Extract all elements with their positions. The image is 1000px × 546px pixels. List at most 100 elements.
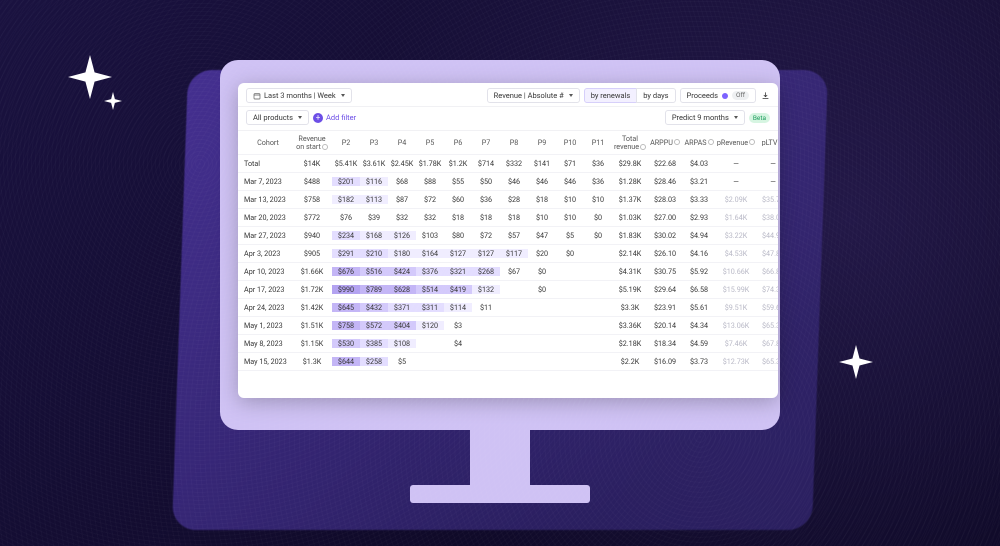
cell: $18 — [444, 213, 472, 222]
cell: $4.59 — [682, 339, 716, 348]
col-p7[interactable]: P7 — [472, 139, 500, 147]
col-p6[interactable]: P6 — [444, 139, 472, 147]
col-p3[interactable]: P3 — [360, 139, 388, 147]
cell: $404 — [388, 321, 416, 330]
cell: $201 — [332, 177, 360, 186]
cell: $645 — [332, 303, 360, 312]
cell: $432 — [360, 303, 388, 312]
proceeds-state: Off — [732, 91, 749, 100]
seg-by-days[interactable]: by days — [636, 88, 675, 103]
cell: $3 — [444, 321, 472, 330]
revenue-mode-label: Revenue | Absolute # — [494, 92, 564, 100]
decor-star-small — [104, 92, 122, 110]
cell: $3.73 — [682, 357, 716, 366]
cell: $2.09K — [716, 195, 756, 204]
predict-select[interactable]: Predict 9 months — [665, 110, 745, 125]
cell: $9.51K — [716, 303, 756, 312]
cell: $234 — [332, 231, 360, 240]
cell: $47 — [528, 231, 556, 240]
cell: $36 — [584, 177, 612, 186]
col-p9[interactable]: P9 — [528, 139, 556, 147]
table-row: Mar 13, 2023$758$182$113$87$72$60$36$28$… — [238, 191, 778, 209]
col-p2[interactable]: P2 — [332, 139, 360, 147]
cell: $311 — [416, 303, 444, 312]
cell: $1.72K — [292, 285, 332, 294]
col-arppu[interactable]: ARPPU — [648, 139, 682, 147]
cell: $4.53K — [716, 249, 756, 258]
cell: $14K — [292, 159, 332, 168]
cell: $4.94 — [682, 231, 716, 240]
cell: $758 — [332, 321, 360, 330]
cell: $5.41K — [332, 159, 360, 168]
cell: $1.64K — [716, 213, 756, 222]
cell: Apr 3, 2023 — [238, 249, 292, 258]
cell: $291 — [332, 249, 360, 258]
cell: $0 — [528, 285, 556, 294]
cell: $39 — [360, 213, 388, 222]
date-range-picker[interactable]: Last 3 months | Week — [246, 88, 352, 103]
cell: $758 — [292, 195, 332, 204]
cell: $1.83K — [612, 231, 648, 240]
col-arpas[interactable]: ARPAS — [682, 139, 716, 147]
cell: $3.33 — [682, 195, 716, 204]
cell: $905 — [292, 249, 332, 258]
cell: $424 — [388, 267, 416, 276]
col-prevenue[interactable]: pRevenue — [716, 139, 756, 147]
table-row: Apr 17, 2023$1.72K$990$789$628$514$419$1… — [238, 281, 778, 299]
products-filter[interactable]: All products — [246, 110, 309, 125]
cell: $182 — [332, 195, 360, 204]
add-filter-button[interactable]: + Add filter — [313, 113, 356, 123]
beta-badge: Beta — [749, 113, 770, 123]
cell: $103 — [416, 231, 444, 240]
cell: $990 — [332, 285, 360, 294]
grouping-segment: by renewals by days — [584, 88, 676, 103]
cell: $38.01 — [756, 213, 778, 222]
cell: $2.18K — [612, 339, 648, 348]
cell: $126 — [388, 231, 416, 240]
cell: $18 — [500, 213, 528, 222]
cell: $164 — [416, 249, 444, 258]
table-row: Total$14K$5.41K$3.61K$2.45K$1.78K$1.2K$7… — [238, 155, 778, 173]
cell: $65.39 — [756, 357, 778, 366]
col-total-revenue[interactable]: Total revenue — [612, 135, 648, 151]
cell: $5 — [556, 231, 584, 240]
col-p5[interactable]: P5 — [416, 139, 444, 147]
download-icon — [761, 91, 770, 101]
date-range-label: Last 3 months | Week — [264, 92, 336, 100]
cell: $514 — [416, 285, 444, 294]
cell: $32 — [388, 213, 416, 222]
col-p11[interactable]: P11 — [584, 139, 612, 147]
col-revenue-on-start[interactable]: Revenue on start — [292, 135, 332, 151]
seg-by-renewals[interactable]: by renewals — [584, 88, 638, 103]
cell: Apr 24, 2023 — [238, 303, 292, 312]
cell: $940 — [292, 231, 332, 240]
cell: $28.46 — [648, 177, 682, 186]
revenue-mode-select[interactable]: Revenue | Absolute # — [487, 88, 580, 103]
top-toolbar: Last 3 months | Week Revenue | Absolute … — [238, 83, 778, 107]
cell: $1.37K — [612, 195, 648, 204]
cell: $1.2K — [444, 159, 472, 168]
cell: $168 — [360, 231, 388, 240]
cell: $2.14K — [612, 249, 648, 258]
cell: $572 — [360, 321, 388, 330]
cell: $72 — [416, 195, 444, 204]
cell: $6.58 — [682, 285, 716, 294]
add-filter-label: Add filter — [326, 113, 356, 122]
table-row: Apr 3, 2023$905$291$210$180$164$127$127$… — [238, 245, 778, 263]
col-p4[interactable]: P4 — [388, 139, 416, 147]
col-pltv[interactable]: pLTV — [756, 139, 778, 147]
cell: $7.46K — [716, 339, 756, 348]
cell: $22.68 — [648, 159, 682, 168]
cell: $32 — [416, 213, 444, 222]
cell: $23.91 — [648, 303, 682, 312]
download-button[interactable] — [760, 90, 770, 102]
cell: $87 — [388, 195, 416, 204]
col-p10[interactable]: P10 — [556, 139, 584, 147]
cell: $28 — [500, 195, 528, 204]
cell: $76 — [332, 213, 360, 222]
cell: $116 — [360, 177, 388, 186]
cell: $26.10 — [648, 249, 682, 258]
col-cohort[interactable]: Cohort — [238, 139, 292, 147]
proceeds-toggle[interactable]: Proceeds Off — [680, 88, 756, 103]
col-p8[interactable]: P8 — [500, 139, 528, 147]
